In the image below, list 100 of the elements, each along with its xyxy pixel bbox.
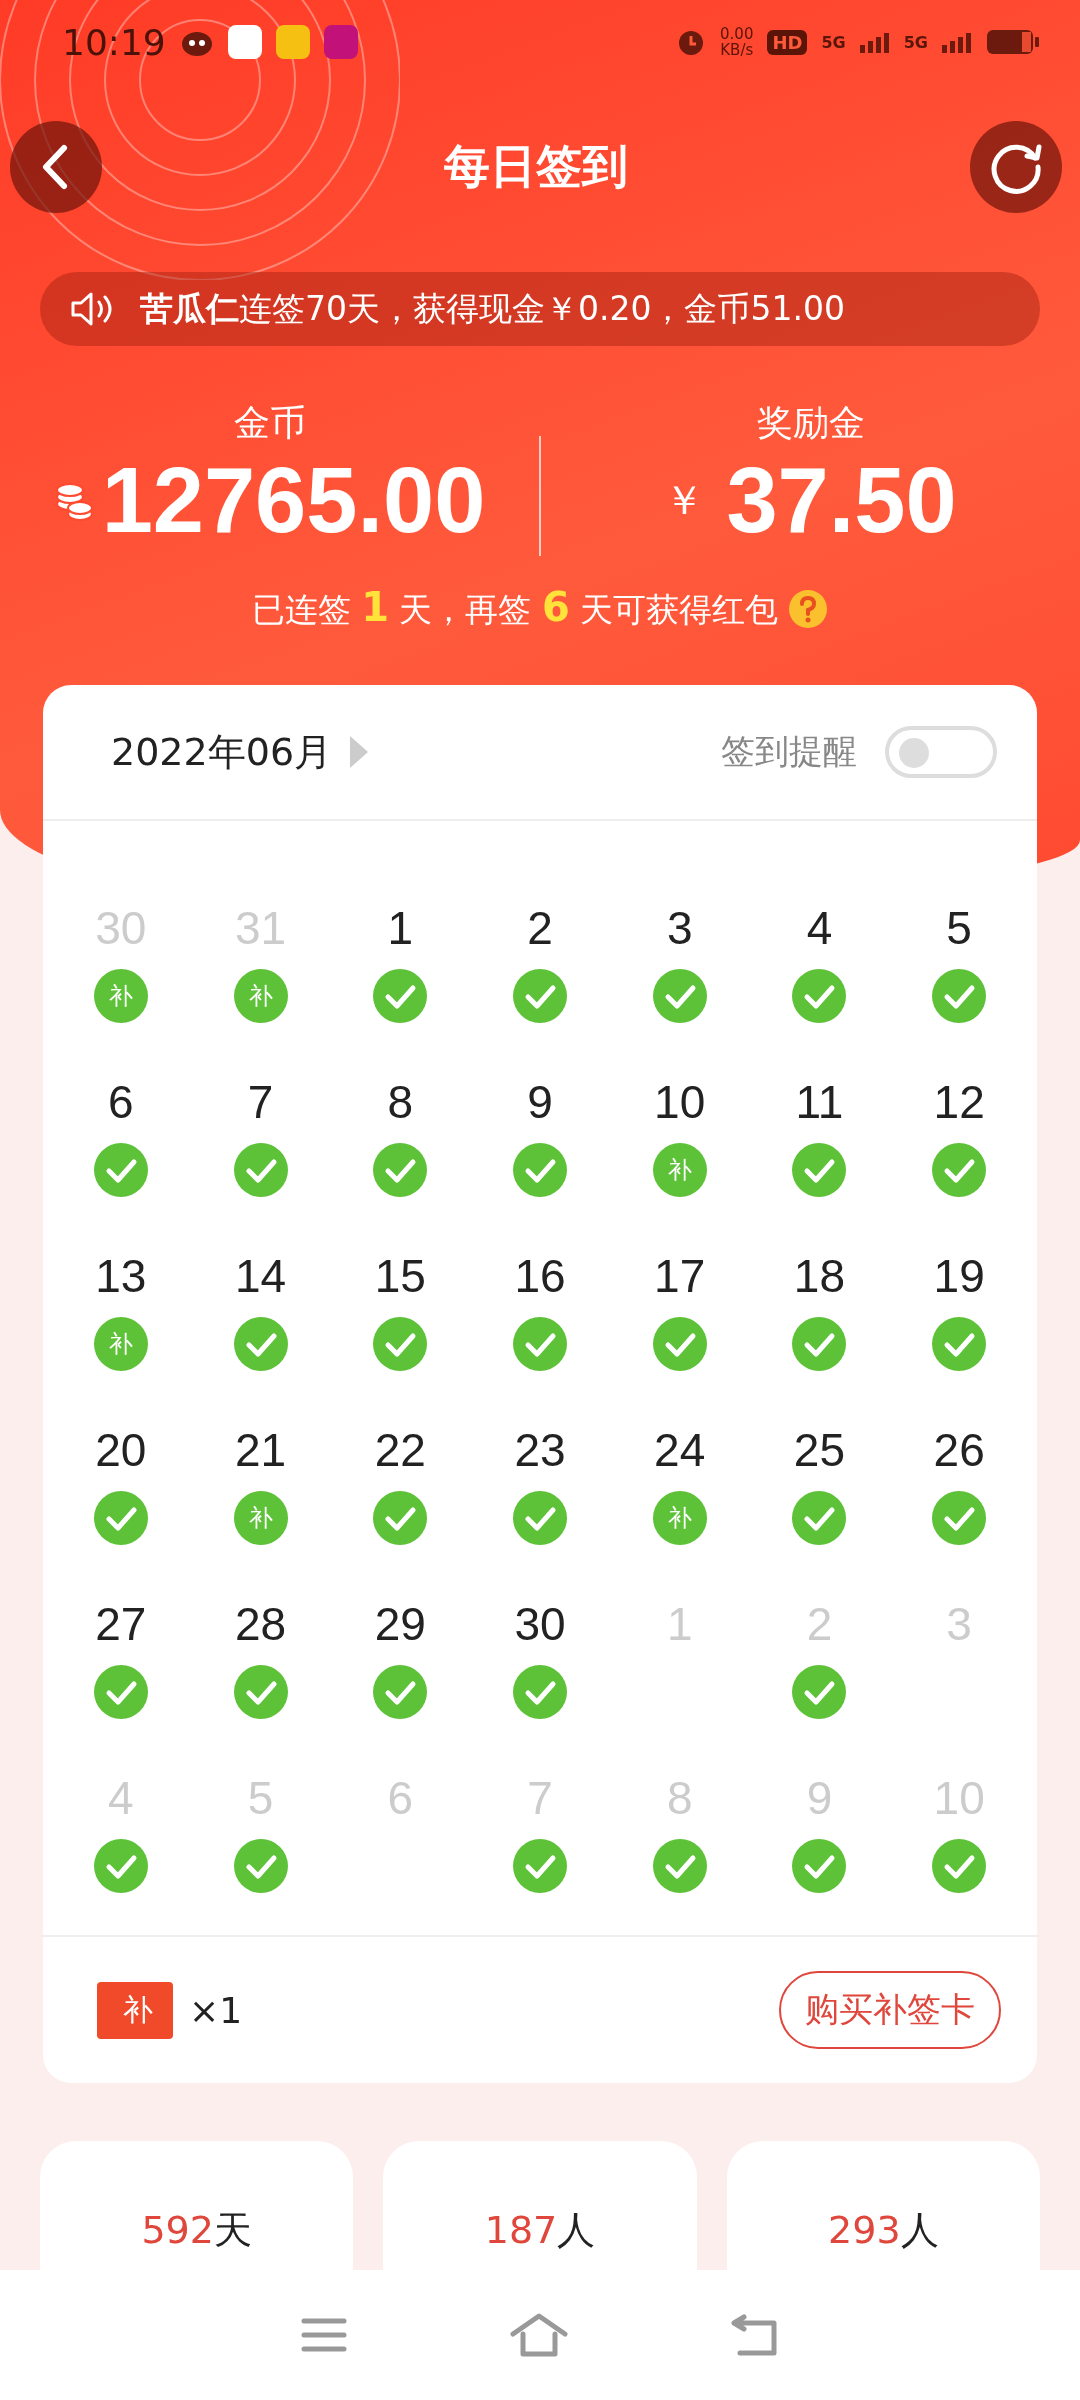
check-icon bbox=[233, 1143, 288, 1197]
card-count: ×1 bbox=[189, 1989, 243, 2031]
signal-icon bbox=[859, 31, 890, 53]
check-icon bbox=[652, 969, 707, 1023]
calendar-day: 1 bbox=[387, 901, 414, 955]
calendar-day: 29 bbox=[374, 1597, 426, 1651]
check-icon bbox=[513, 1839, 567, 1893]
makeup-badge: 补 bbox=[233, 1491, 288, 1545]
calendar-day: 15 bbox=[374, 1249, 426, 1303]
calendar-day: 11 bbox=[795, 1075, 844, 1129]
month-label: 2022年06月 bbox=[111, 728, 333, 776]
check-icon bbox=[932, 1317, 987, 1371]
calendar-day: 20 bbox=[95, 1423, 147, 1477]
calendar-day: 16 bbox=[514, 1249, 566, 1303]
network-speed-value: 0.00 bbox=[720, 26, 754, 42]
check-icon bbox=[513, 1665, 567, 1719]
check-icon bbox=[513, 1317, 567, 1371]
check-icon bbox=[513, 1143, 567, 1197]
calendar-day: 21 bbox=[234, 1423, 287, 1477]
balance-label: 金币 bbox=[233, 401, 306, 445]
streak-text: 已连签 1 天，再签 6 天可获得红包 bbox=[251, 584, 779, 632]
network-speed-unit: KB/s bbox=[720, 42, 754, 58]
check-icon bbox=[932, 1491, 987, 1545]
calendar-day: 27 bbox=[95, 1597, 147, 1651]
currency-symbol: ￥ bbox=[664, 476, 705, 525]
calendar-day: 17 bbox=[654, 1249, 706, 1303]
calendar-day: 10 bbox=[654, 1075, 706, 1129]
calendar-day: 12 bbox=[933, 1075, 985, 1129]
calendar-day: 26 bbox=[933, 1423, 985, 1477]
stat-value: 293人 bbox=[828, 2207, 939, 2254]
check-icon bbox=[792, 1491, 847, 1545]
calendar-day: 8 bbox=[387, 1075, 414, 1129]
check-icon bbox=[932, 969, 987, 1023]
signal-icon bbox=[942, 31, 972, 53]
check-icon bbox=[233, 1839, 288, 1893]
calendar-day: 22 bbox=[374, 1423, 426, 1477]
calendar-day: 5 bbox=[946, 901, 972, 955]
check-icon bbox=[652, 1839, 707, 1893]
calendar-day: 24 bbox=[654, 1423, 706, 1477]
balance-value: 12765.00 bbox=[101, 448, 486, 553]
calendar-day: 18 bbox=[793, 1249, 845, 1303]
page-title: 每日签到 bbox=[444, 138, 628, 195]
app-notification-icon bbox=[323, 25, 358, 59]
calendar-day: 23 bbox=[514, 1423, 566, 1477]
calendar-day: 25 bbox=[793, 1423, 845, 1477]
check-icon bbox=[233, 1665, 288, 1719]
makeup-card-ticket: 补 bbox=[97, 1981, 173, 2039]
check-icon bbox=[233, 1317, 288, 1371]
balance-value: 37.50 bbox=[726, 448, 957, 553]
check-icon bbox=[513, 969, 567, 1023]
calendar-day: 9 bbox=[527, 1075, 553, 1129]
calendar-day: 7 bbox=[247, 1075, 274, 1129]
home-icon[interactable] bbox=[509, 2312, 569, 2358]
check-icon bbox=[792, 1665, 847, 1719]
check-icon bbox=[652, 1317, 707, 1371]
notice-text: 苦瓜仁连签70天，获得现金￥0.20，金币51.00 bbox=[140, 287, 845, 330]
makeup-badge: 补 bbox=[93, 1317, 148, 1371]
makeup-badge: 补 bbox=[233, 969, 288, 1023]
stat-value: 592天 bbox=[141, 2207, 252, 2254]
clock-time: 10:19 bbox=[62, 21, 166, 63]
help-icon[interactable] bbox=[788, 588, 829, 629]
makeup-badge: 补 bbox=[652, 1143, 707, 1197]
check-icon bbox=[93, 1839, 148, 1893]
check-icon bbox=[792, 1839, 847, 1893]
check-icon bbox=[93, 1665, 148, 1719]
calendar-day: 3 bbox=[666, 901, 693, 955]
makeup-badge: 补 bbox=[652, 1491, 707, 1545]
check-icon bbox=[792, 969, 847, 1023]
calendar-day: 28 bbox=[234, 1597, 287, 1651]
reminder-toggle[interactable] bbox=[885, 726, 997, 778]
check-icon bbox=[93, 1491, 148, 1545]
reminder-label: 签到提醒 bbox=[721, 730, 857, 773]
check-icon bbox=[792, 1143, 847, 1197]
check-icon bbox=[93, 1143, 148, 1197]
check-icon bbox=[932, 1839, 987, 1893]
network-type: 5G bbox=[903, 32, 928, 52]
calendar-day: 2 bbox=[527, 901, 553, 955]
check-icon bbox=[513, 1491, 567, 1545]
calendar-day: 6 bbox=[108, 1075, 134, 1129]
stat-value: 187人 bbox=[484, 2207, 596, 2254]
makeup-badge: 补 bbox=[93, 969, 148, 1023]
calendar-day: 30 bbox=[514, 1597, 566, 1651]
check-icon bbox=[373, 1491, 428, 1545]
network-type: 5G bbox=[821, 32, 846, 52]
battery-icon bbox=[986, 28, 1040, 56]
buy-makeup-card-button[interactable]: 购买补签卡 bbox=[779, 1971, 1001, 2049]
hd-indicator: HD bbox=[767, 29, 808, 55]
check-icon bbox=[792, 1317, 847, 1371]
back-icon[interactable] bbox=[729, 2313, 780, 2357]
check-icon bbox=[932, 1143, 987, 1197]
app-notification-icon bbox=[227, 25, 262, 59]
check-icon bbox=[373, 1143, 428, 1197]
check-icon bbox=[373, 1317, 428, 1371]
calendar-day: 13 bbox=[95, 1249, 147, 1303]
balance-label: 奖励金 bbox=[756, 401, 865, 445]
calendar-day: 19 bbox=[933, 1249, 985, 1303]
calendar-day: 14 bbox=[234, 1249, 287, 1303]
check-icon bbox=[373, 1665, 428, 1719]
check-icon bbox=[373, 969, 428, 1023]
calendar-day: 4 bbox=[806, 901, 833, 955]
